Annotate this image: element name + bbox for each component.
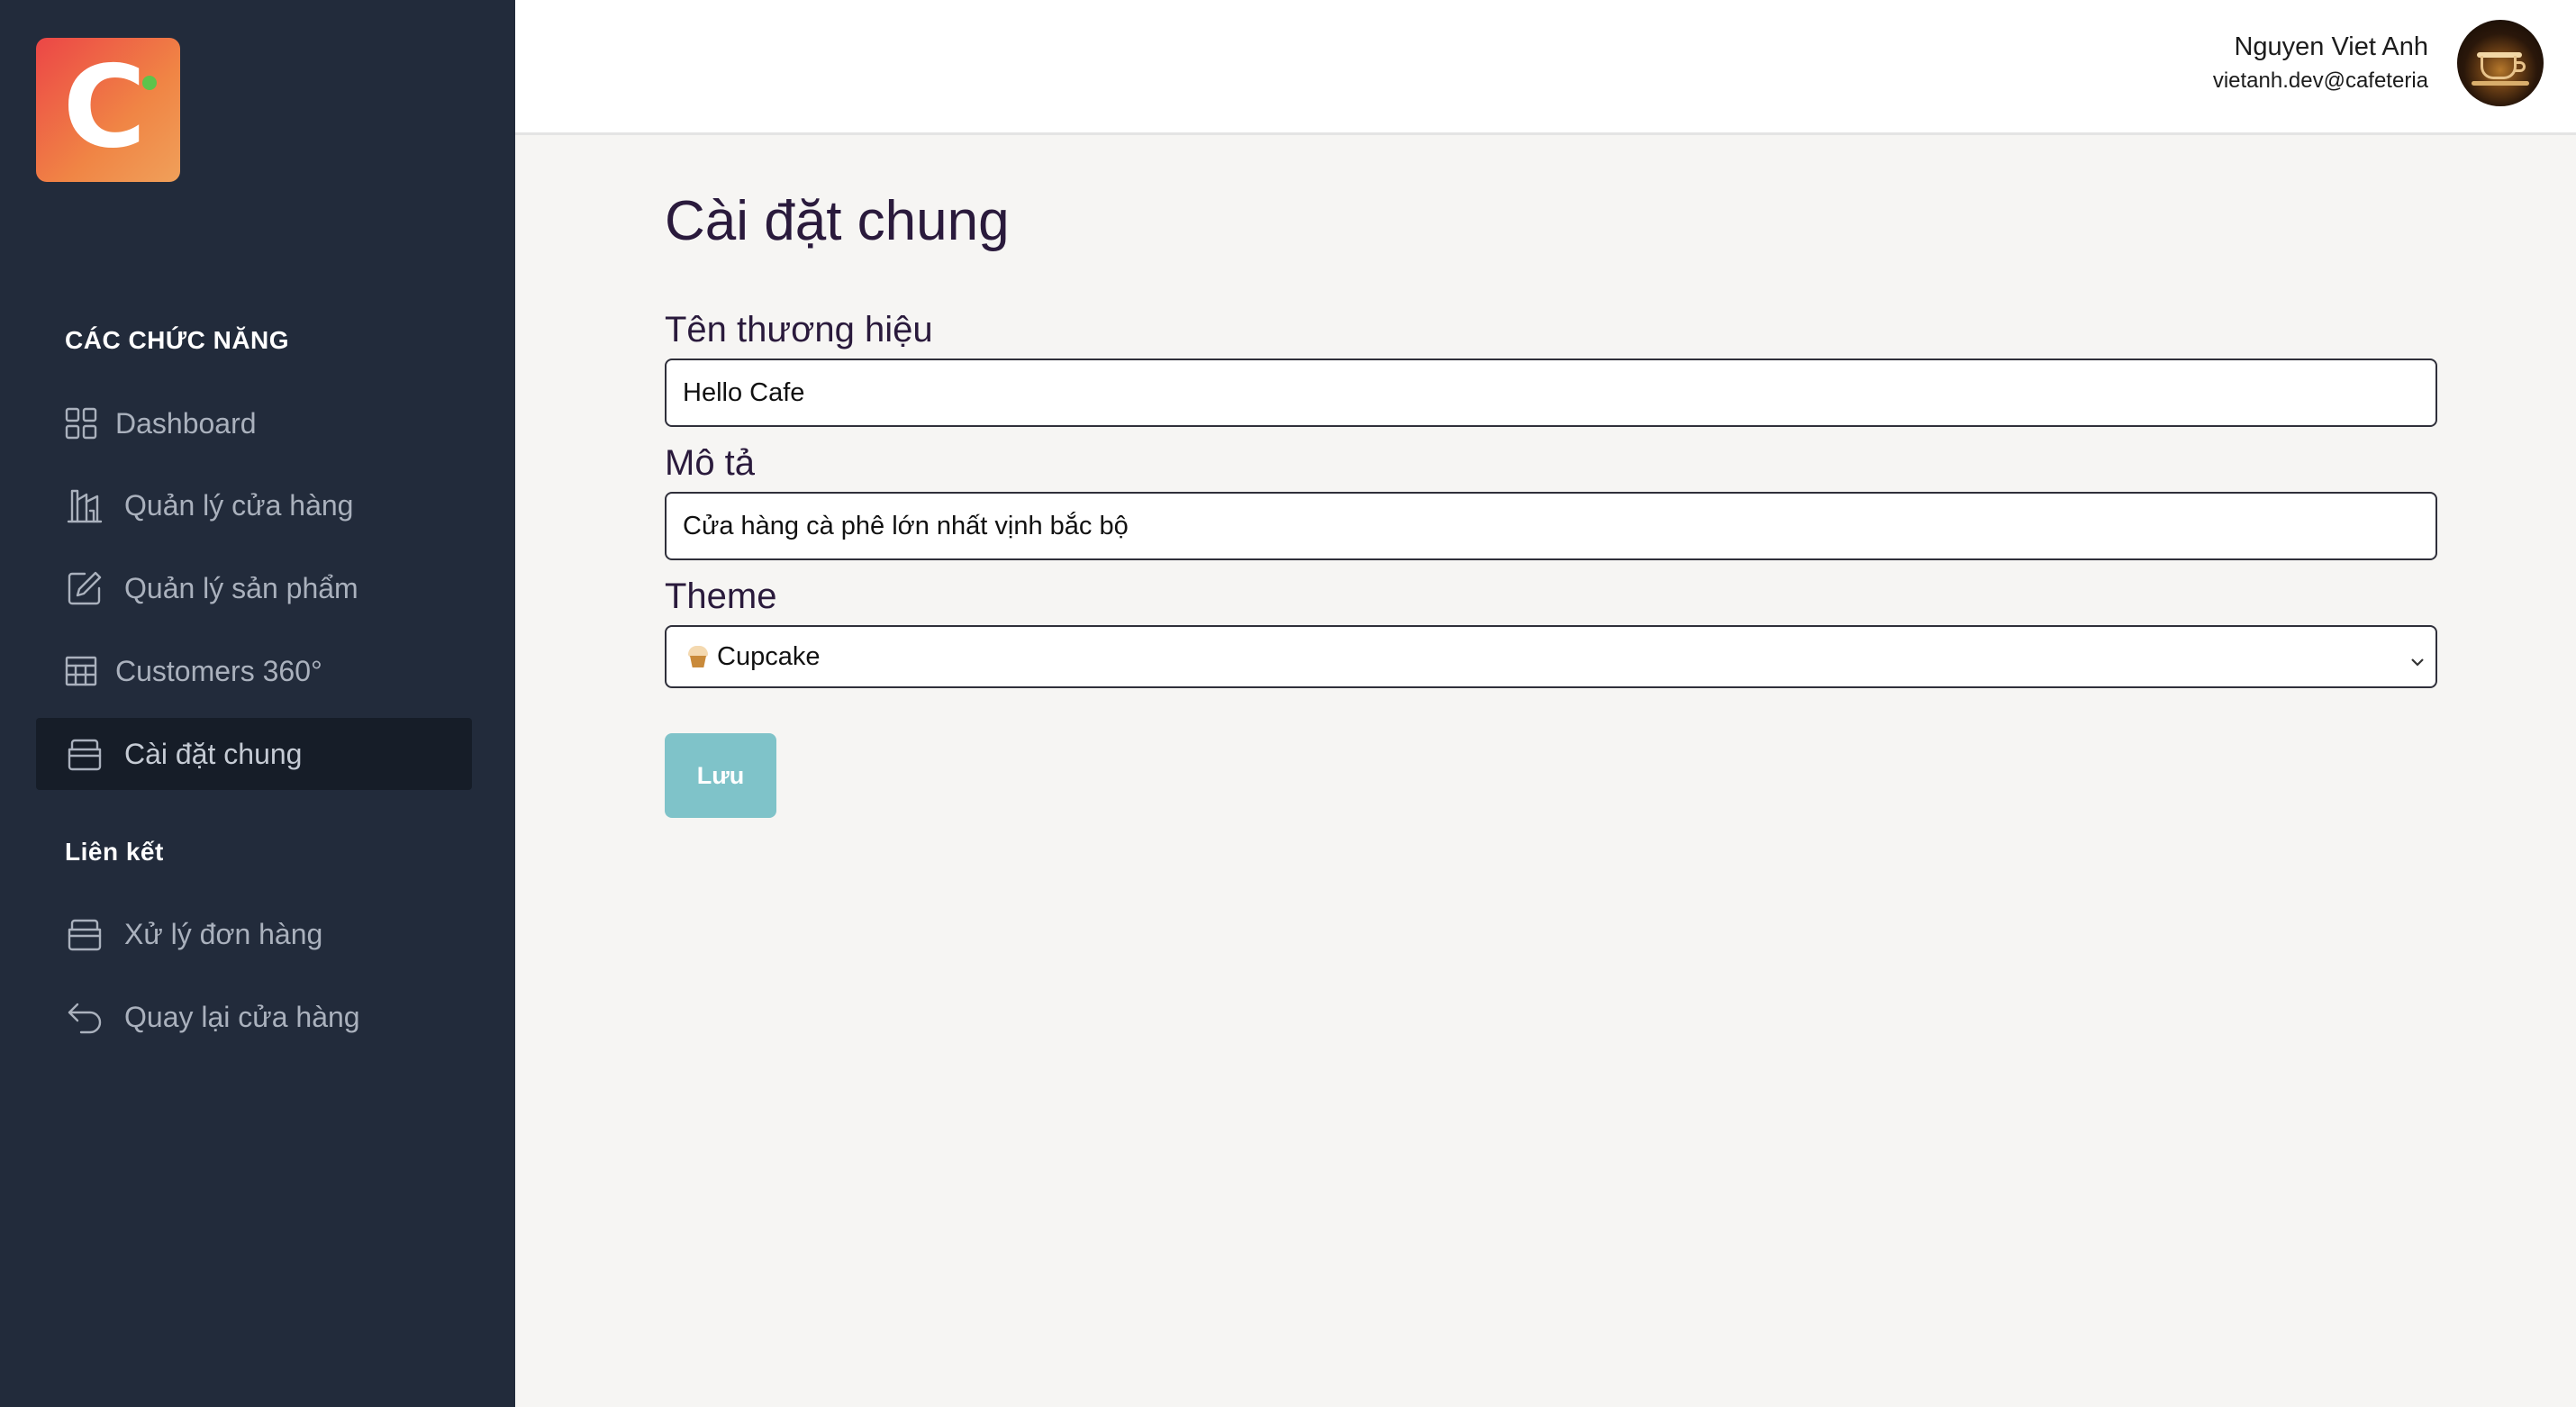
sidebar: C CÁC CHỨC NĂNG Dashboard Quản lý cửa hà… — [0, 0, 515, 1407]
theme-label: Theme — [665, 576, 777, 616]
logo-status-dot — [142, 76, 157, 90]
app-root: C CÁC CHỨC NĂNG Dashboard Quản lý cửa hà… — [0, 0, 2576, 1407]
sidebar-item-label: Cài đặt chung — [124, 737, 303, 770]
edit-icon — [65, 568, 104, 608]
user-name: Nguyen Viet Anh — [2234, 32, 2428, 61]
brand-name-label: Tên thương hiệu — [665, 310, 933, 349]
sidebar-item-label: Quay lại cửa hàng — [124, 1000, 360, 1033]
sidebar-section-links: Liên kết — [65, 838, 164, 866]
avatar[interactable] — [2457, 20, 2544, 106]
description-label: Mô tả — [665, 443, 756, 483]
sidebar-item-back-to-store[interactable]: Quay lại cửa hàng — [36, 981, 472, 1053]
archive-icon — [65, 914, 104, 954]
sidebar-section-features: CÁC CHỨC NĂNG — [65, 326, 290, 354]
sidebar-item-store-management[interactable]: Quản lý cửa hàng — [36, 469, 472, 541]
sidebar-item-customers-360[interactable]: Customers 360° — [36, 635, 472, 707]
user-email: vietanh.dev@cafeteria — [2212, 68, 2428, 93]
description-input[interactable] — [665, 492, 2437, 560]
theme-select-value: Cupcake — [717, 641, 821, 671]
logo-letter: C — [62, 41, 147, 173]
sidebar-item-label: Customers 360° — [115, 654, 322, 687]
brand-name-input[interactable] — [665, 359, 2437, 427]
sidebar-item-general-settings[interactable]: Cài đặt chung — [36, 718, 472, 790]
cupcake-icon — [686, 644, 710, 669]
chevron-down-icon — [2408, 649, 2426, 678]
save-button[interactable]: Lưu — [665, 733, 776, 818]
theme-select[interactable]: Cupcake — [665, 625, 2437, 688]
table-icon — [65, 651, 97, 691]
undo-icon — [65, 997, 104, 1037]
sidebar-item-label: Dashboard — [115, 406, 257, 440]
sidebar-item-product-management[interactable]: Quản lý sản phẩm — [36, 552, 472, 624]
sidebar-item-label: Quản lý sản phẩm — [124, 571, 358, 604]
brand-logo[interactable]: C — [36, 38, 180, 182]
page-title: Cài đặt chung — [665, 190, 1010, 252]
sidebar-item-label: Xử lý đơn hàng — [124, 917, 323, 950]
top-header: Nguyen Viet Anh vietanh.dev@cafeteria — [515, 0, 2576, 135]
archive-icon — [65, 734, 104, 774]
sidebar-item-label: Quản lý cửa hàng — [124, 488, 354, 522]
sidebar-item-order-processing[interactable]: Xử lý đơn hàng — [36, 898, 472, 970]
store-icon — [65, 486, 104, 525]
sidebar-item-dashboard[interactable]: Dashboard — [36, 387, 472, 459]
grid-icon — [65, 404, 97, 443]
